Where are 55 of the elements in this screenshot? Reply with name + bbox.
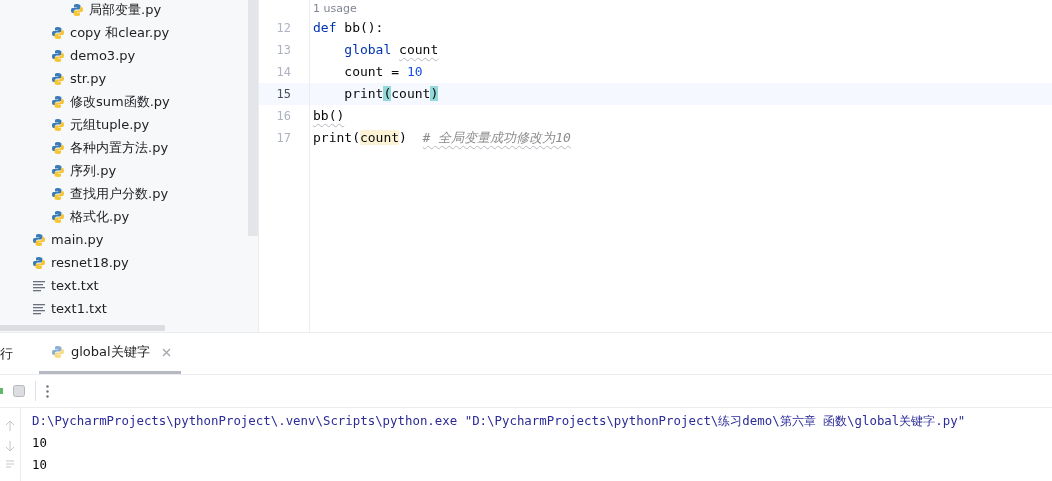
- console-line: 10: [32, 434, 48, 452]
- line-number: 14: [275, 64, 292, 81]
- line-number: 15: [259, 83, 309, 105]
- more-icon[interactable]: [46, 384, 49, 398]
- file-name[interactable]: 元组tuple.py: [70, 116, 150, 133]
- scrollbar[interactable]: [248, 0, 258, 236]
- file-name[interactable]: 局部变量.py: [89, 1, 162, 18]
- file-name[interactable]: text.txt: [51, 277, 99, 294]
- python-file-icon: [51, 140, 65, 155]
- file-name[interactable]: copy 和clear.py: [70, 24, 170, 41]
- console-line: D:\PycharmProjects\pythonProject\.venv\Scripts\python.exe "D:\PycharmProjects\pythonProject\练习demo\第六章 函数\global关键字.py": [32, 412, 966, 430]
- down-arrow-icon[interactable]: [5, 440, 15, 452]
- close-icon[interactable]: [161, 347, 171, 357]
- python-file-icon: [32, 232, 46, 247]
- run-icon[interactable]: [0, 388, 3, 394]
- text-file-icon: [32, 279, 46, 292]
- file-name[interactable]: 修改sum函数.py: [70, 93, 170, 110]
- file-name[interactable]: 格式化.py: [70, 208, 130, 225]
- line-number: 13: [275, 42, 292, 59]
- up-arrow-icon[interactable]: [5, 420, 15, 432]
- line-number: 17: [275, 130, 292, 147]
- file-name[interactable]: 序列.py: [70, 162, 117, 179]
- console-line: 10: [32, 456, 48, 474]
- python-file-icon: [51, 48, 65, 63]
- file-name[interactable]: text1.txt: [51, 300, 107, 317]
- python-file-icon: [51, 209, 65, 224]
- code-line: count = 10: [343, 63, 424, 81]
- line-number: 16: [275, 108, 292, 125]
- wrap-icon[interactable]: [5, 460, 15, 468]
- file-name[interactable]: str.py: [70, 70, 107, 87]
- code-line: print(count) # 全局变量成功修改为10: [312, 129, 572, 147]
- code-line: global count: [343, 41, 440, 59]
- file-name[interactable]: resnet18.py: [51, 254, 129, 271]
- python-file-icon: [51, 71, 65, 86]
- python-file-icon: [70, 2, 84, 17]
- code-line: bb(): [312, 107, 346, 125]
- python-file-icon: [51, 163, 65, 178]
- file-name[interactable]: 各种内置方法.py: [70, 139, 169, 156]
- line-number: 12: [275, 20, 292, 37]
- file-name[interactable]: main.py: [51, 231, 104, 248]
- panel-title: 行: [0, 344, 13, 363]
- scrollbar[interactable]: [0, 325, 165, 331]
- python-file-icon: [32, 255, 46, 270]
- run-tab[interactable]: global关键字: [39, 333, 181, 374]
- python-file-icon: [51, 94, 65, 109]
- python-file-icon: [51, 117, 65, 132]
- python-file-icon: [51, 186, 65, 201]
- file-name[interactable]: 查找用户分数.py: [70, 185, 169, 202]
- stop-icon[interactable]: [13, 385, 25, 397]
- python-file-icon: [51, 25, 65, 40]
- python-file-icon: [51, 345, 65, 359]
- usage-hint[interactable]: 1 usage: [310, 0, 1052, 17]
- code-line: def bb():: [312, 19, 385, 37]
- text-file-icon: [32, 302, 46, 315]
- file-name[interactable]: demo3.py: [70, 47, 136, 64]
